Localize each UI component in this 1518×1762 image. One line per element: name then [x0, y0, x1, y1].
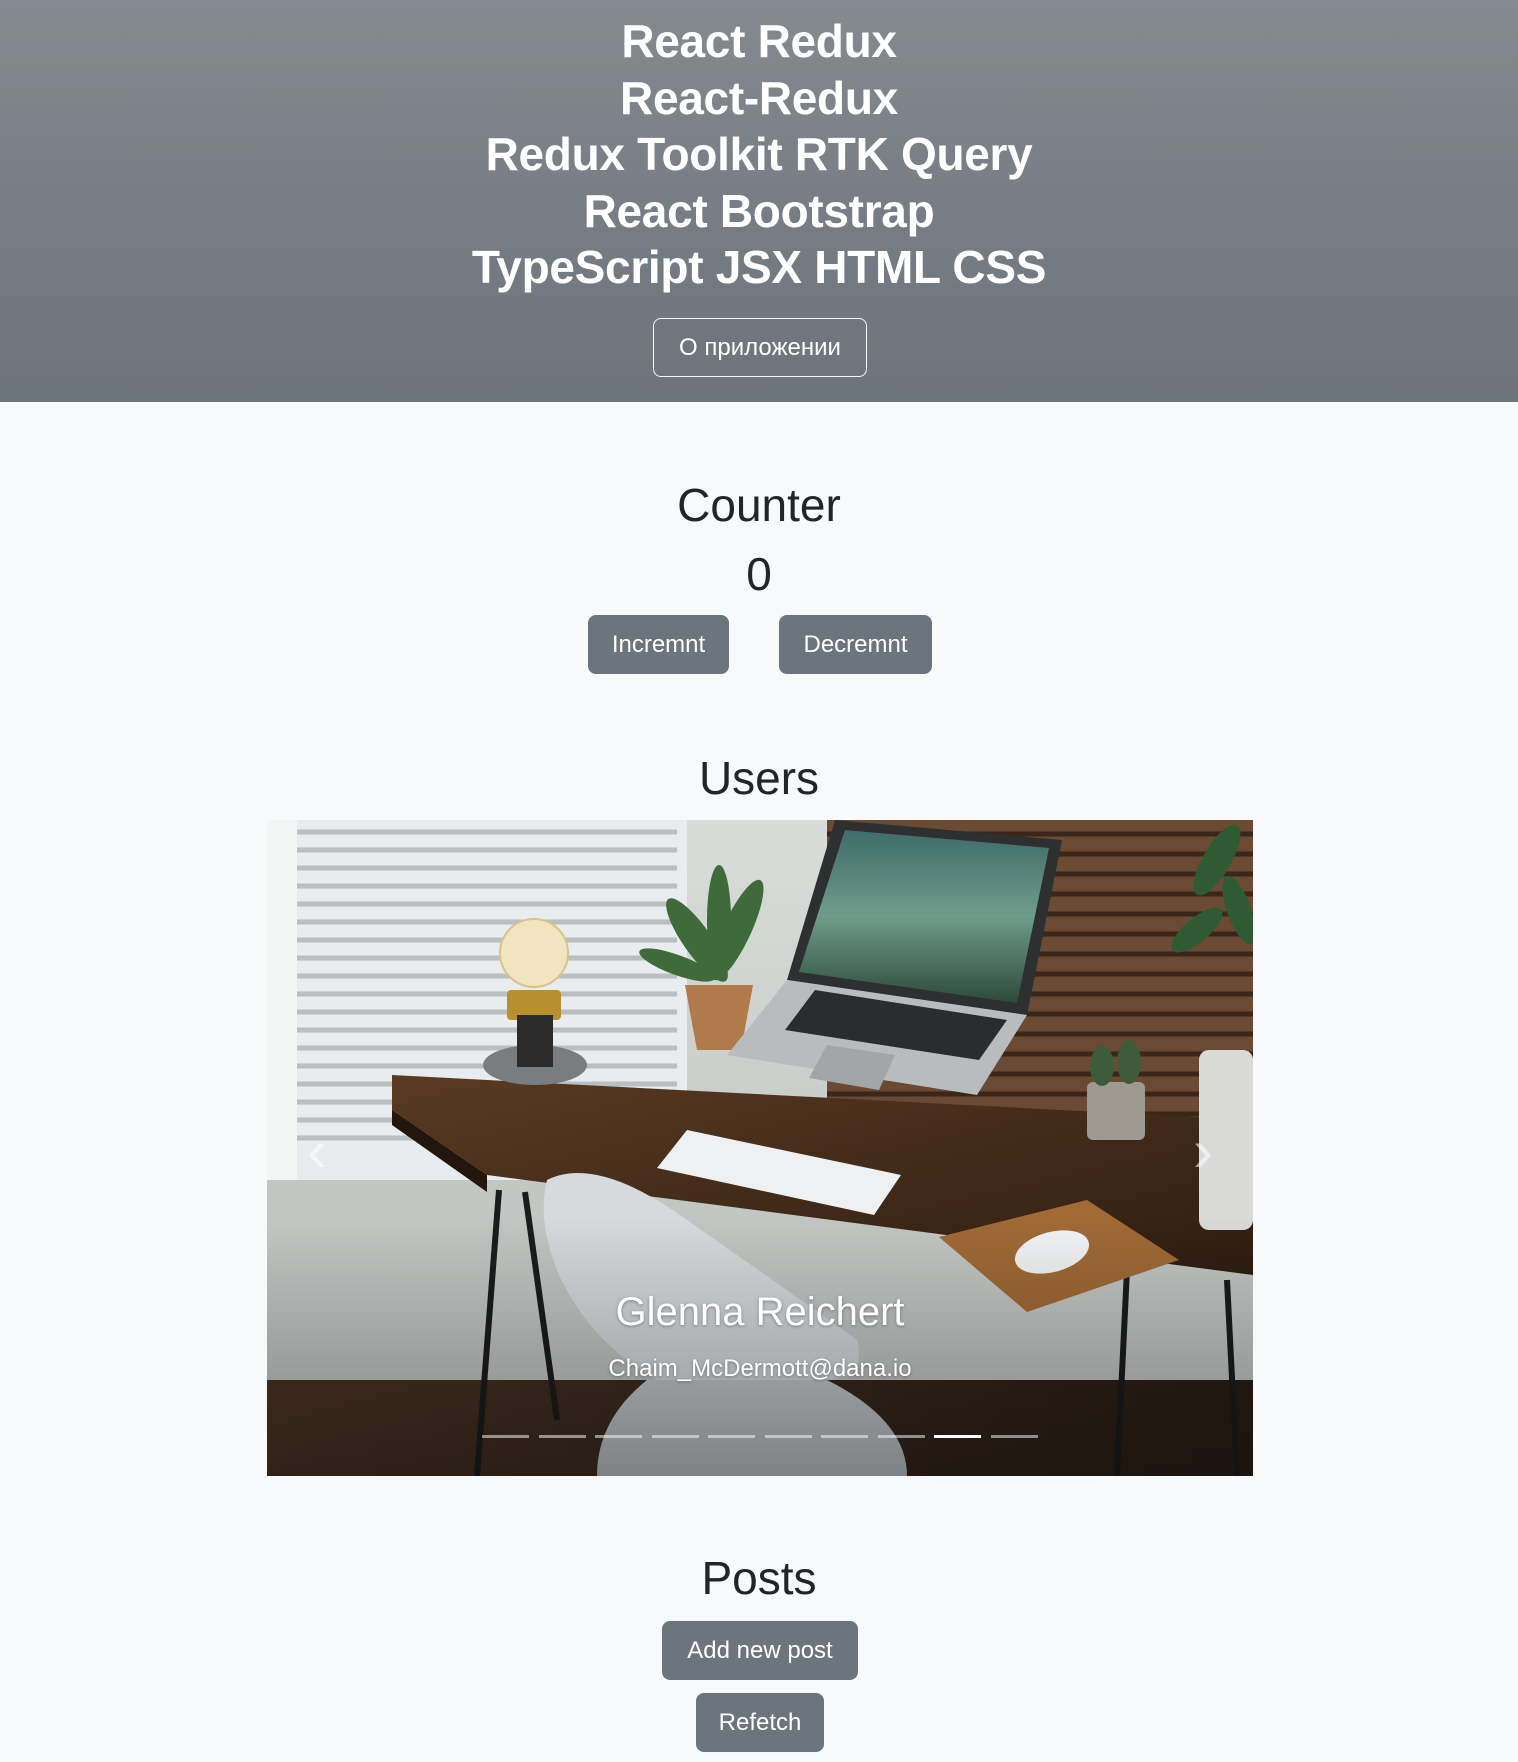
add-new-post-button[interactable]: Add new post: [662, 1621, 858, 1680]
hero-title: React Redux React-Redux Redux Toolkit RT…: [0, 13, 1518, 296]
user-name: Glenna Reichert: [615, 1290, 905, 1334]
carousel-indicator[interactable]: [764, 1435, 812, 1438]
hero-header: React Redux React-Redux Redux Toolkit RT…: [0, 0, 1518, 402]
refetch-button[interactable]: Refetch: [696, 1693, 824, 1752]
carousel-indicator[interactable]: [821, 1435, 869, 1438]
carousel-indicator[interactable]: [538, 1435, 586, 1438]
posts-title: Posts: [701, 1552, 817, 1604]
users-title: Users: [698, 752, 820, 804]
carousel-indicator[interactable]: [595, 1435, 643, 1438]
carousel-next-button[interactable]: ›: [1153, 1090, 1253, 1210]
hero-title-line: React Bootstrap: [583, 184, 935, 237]
hero-title-line: TypeScript JSX HTML CSS: [471, 241, 1047, 293]
hero-title-line: Redux Toolkit RTK Query: [485, 128, 1033, 180]
counter-title: Counter: [677, 479, 841, 531]
carousel-indicator[interactable]: [934, 1435, 982, 1438]
carousel-indicator[interactable]: [482, 1435, 529, 1438]
carousel-indicator[interactable]: [708, 1435, 756, 1438]
decrement-button[interactable]: Decremnt: [779, 615, 932, 674]
carousel-indicator[interactable]: [990, 1435, 1038, 1438]
user-email: Chaim_McDermott@dana.io: [608, 1355, 912, 1382]
increment-button[interactable]: Incremnt: [588, 615, 729, 674]
chevron-right-icon: ›: [1193, 1116, 1213, 1184]
carousel-indicators: [482, 1432, 1038, 1442]
hero-title-line: React Redux: [621, 15, 897, 67]
about-app-button[interactable]: О приложении: [653, 318, 867, 377]
carousel-indicator[interactable]: [877, 1435, 925, 1438]
carousel-prev-button[interactable]: ‹: [267, 1090, 367, 1210]
counter-value: 0: [746, 548, 772, 600]
users-carousel[interactable]: ‹ › Glenna Reichert Chaim_McDermott@dana…: [267, 820, 1253, 1476]
carousel-indicator[interactable]: [651, 1435, 699, 1438]
chevron-left-icon: ‹: [307, 1116, 327, 1184]
hero-title-line: React-Redux: [620, 71, 898, 124]
